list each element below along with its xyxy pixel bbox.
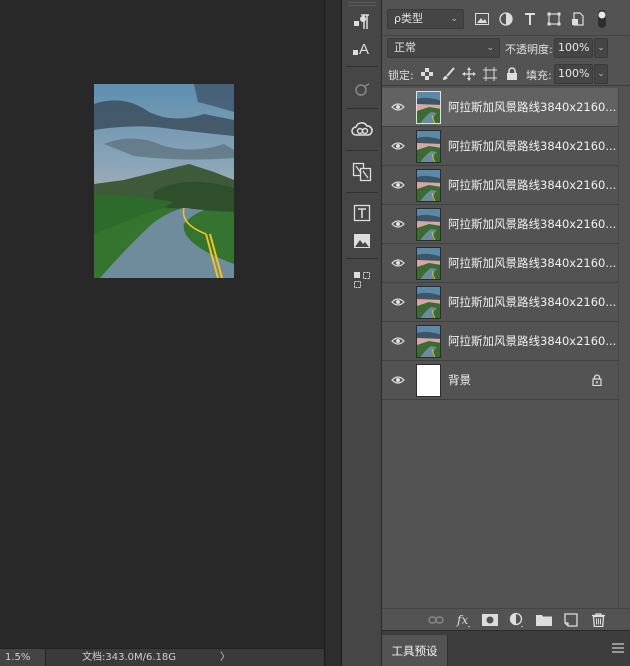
artboard-lock-icon[interactable] <box>482 66 498 82</box>
layer-name[interactable]: 阿拉斯加风景路线3840x2160... <box>448 244 618 283</box>
layer-thumbnail[interactable] <box>416 91 441 124</box>
creative-cloud-icon[interactable] <box>350 118 374 142</box>
glyphs-icon[interactable] <box>350 160 374 184</box>
lock-transparency-icon[interactable] <box>419 66 435 82</box>
layer-list: 阿拉斯加风景路线3840x2160... 阿拉斯加风景路线3840x2160...… <box>382 88 630 608</box>
eye-icon[interactable] <box>390 373 406 387</box>
image-icon[interactable] <box>350 229 374 253</box>
dock-grip[interactable] <box>348 2 376 6</box>
layer-name[interactable]: 阿拉斯加风景路线3840x2160... <box>448 88 618 127</box>
zoom-level[interactable]: 1.5% <box>0 649 46 666</box>
panel-menu-icon[interactable] <box>612 643 624 653</box>
adjustment-filter-icon[interactable] <box>498 11 514 27</box>
filter-toggle-icon[interactable] <box>594 9 610 29</box>
layer-thumbnail[interactable] <box>416 364 441 397</box>
filter-kind-label: ρ类型 <box>394 12 423 25</box>
layer-name[interactable]: 阿拉斯加风景路线3840x2160... <box>448 283 618 322</box>
layer-row[interactable]: 阿拉斯加风景路线3840x2160... <box>382 205 630 244</box>
filter-kind-select[interactable]: ρ类型 ⌄ <box>387 9 464 29</box>
fx-icon[interactable]: fx <box>456 612 472 628</box>
eye-icon[interactable] <box>390 256 406 270</box>
svg-text:fx: fx <box>456 613 468 627</box>
canvas-scrollbar[interactable] <box>324 0 342 666</box>
folder-icon[interactable] <box>536 612 552 628</box>
layer-thumbnail[interactable] <box>416 208 441 241</box>
eye-icon[interactable] <box>390 100 406 114</box>
svg-text:A: A <box>359 41 369 57</box>
smart-object-filter-icon[interactable] <box>570 11 586 27</box>
layer-row[interactable]: 阿拉斯加风景路线3840x2160... <box>382 166 630 205</box>
canvas-area[interactable] <box>0 0 324 648</box>
layer-name[interactable]: 阿拉斯加风景路线3840x2160... <box>448 166 618 205</box>
link-icon[interactable] <box>428 612 444 628</box>
tab-tool-presets[interactable]: 工具预设 <box>382 635 448 666</box>
artboard-icon[interactable] <box>350 268 374 292</box>
chevron-down-icon: ⌄ <box>486 43 494 53</box>
layers-footer: fx <box>382 608 630 630</box>
document-size[interactable]: 文档:343.0M/6.18G <box>82 649 176 666</box>
presets-bar: 工具预设 <box>382 630 630 666</box>
layer-name[interactable]: 阿拉斯加风景路线3840x2160... <box>448 127 618 166</box>
layer-thumbnail[interactable] <box>416 325 441 358</box>
layer-row[interactable]: 阿拉斯加风景路线3840x2160... <box>382 244 630 283</box>
layer-filter-row: ρ类型 ⌄ <box>382 0 630 36</box>
layer-thumbnail[interactable] <box>416 169 441 202</box>
layer-row[interactable]: 阿拉斯加风景路线3840x2160... <box>382 88 630 127</box>
adjustment-icon[interactable] <box>509 612 525 628</box>
document-image[interactable] <box>94 84 234 278</box>
eye-icon[interactable] <box>390 139 406 153</box>
layer-name[interactable]: 阿拉斯加风景路线3840x2160... <box>448 205 618 244</box>
layer-thumbnail[interactable] <box>416 247 441 280</box>
blend-mode-select[interactable]: 正常 ⌄ <box>387 38 500 58</box>
opacity-label: 不透明度: <box>505 43 553 56</box>
type-filter-icon[interactable] <box>522 11 538 27</box>
opacity-input[interactable]: 100% <box>554 38 593 58</box>
lock-row: 锁定: 填充: 100% ⌄ <box>382 62 630 86</box>
layers-scrollbar[interactable] <box>618 88 630 608</box>
opacity-dropdown[interactable]: ⌄ <box>594 38 608 58</box>
pixel-filter-icon[interactable] <box>474 11 490 27</box>
layers-panel: ρ类型 ⌄ 正常 ⌄ 不透明度: 100% ⌄ 锁定: 填充: 100% ⌄ 阿… <box>382 0 630 666</box>
character-icon[interactable]: A <box>350 36 374 60</box>
lock-icon[interactable] <box>592 374 602 387</box>
fill-dropdown[interactable]: ⌄ <box>594 64 608 84</box>
layer-row-background[interactable]: 背景 <box>382 361 630 400</box>
chevron-down-icon: ⌄ <box>597 43 605 53</box>
panel-icon-dock: A <box>342 0 382 666</box>
eye-icon[interactable] <box>390 217 406 231</box>
layer-thumbnail[interactable] <box>416 130 441 163</box>
fill-input[interactable]: 100% <box>554 64 593 84</box>
brush-icon[interactable] <box>440 66 456 82</box>
chevron-down-icon: ⌄ <box>450 14 458 24</box>
blend-mode-value: 正常 <box>394 41 416 54</box>
layer-row[interactable]: 阿拉斯加风景路线3840x2160... <box>382 127 630 166</box>
eye-icon[interactable] <box>390 178 406 192</box>
move-icon[interactable] <box>461 66 477 82</box>
trash-icon[interactable] <box>590 612 606 628</box>
libraries-icon[interactable] <box>350 78 374 102</box>
paragraph-icon[interactable] <box>350 10 374 34</box>
landscape-photo <box>94 84 234 278</box>
shape-filter-icon[interactable] <box>546 11 562 27</box>
text-frame-icon[interactable] <box>350 201 374 225</box>
new-layer-icon[interactable] <box>563 612 579 628</box>
fill-label: 填充: <box>526 69 552 82</box>
eye-icon[interactable] <box>390 334 406 348</box>
eye-icon[interactable] <box>390 295 406 309</box>
layer-row[interactable]: 阿拉斯加风景路线3840x2160... <box>382 283 630 322</box>
lock-all-icon[interactable] <box>504 66 520 82</box>
chevron-down-icon: ⌄ <box>597 69 605 79</box>
layer-thumbnail[interactable] <box>416 286 441 319</box>
blend-row: 正常 ⌄ 不透明度: 100% ⌄ <box>382 36 630 62</box>
status-menu-arrow[interactable]: 〉 <box>220 649 230 666</box>
layer-row[interactable]: 阿拉斯加风景路线3840x2160... <box>382 322 630 361</box>
layer-name[interactable]: 阿拉斯加风景路线3840x2160... <box>448 322 618 361</box>
status-bar: 1.5% 文档:343.0M/6.18G 〉 <box>0 648 324 666</box>
lock-label: 锁定: <box>388 69 414 82</box>
mask-icon[interactable] <box>482 612 498 628</box>
